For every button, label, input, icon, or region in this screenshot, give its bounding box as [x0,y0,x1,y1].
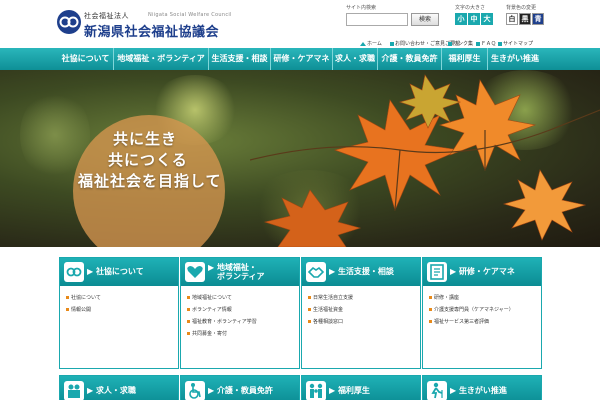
bg-blue-button[interactable]: 青 [532,13,544,25]
nav-item-care-teacher-license[interactable]: 介護・教員免許 [377,48,441,70]
handshake-icon [306,262,326,282]
card-header[interactable]: ▶ 研修・ケアマネ [423,258,541,286]
util-link-home[interactable]: ホーム [360,40,382,48]
category-card-about: ▶ 社協について 社協について 情報公開 [59,257,179,369]
bg-white-button[interactable]: 白 [506,13,518,25]
square-bullet-icon [476,41,480,46]
council-logo-icon[interactable] [57,10,81,34]
nav-item-community-welfare[interactable]: 地域福祉・ボランティア [113,48,208,70]
hero-slogan-line-2: 共につくる [108,151,188,169]
card-title: ▶ 生きがい推進 [450,386,507,395]
family-icon [306,381,326,400]
square-bullet-icon [498,41,502,46]
bg-black-button[interactable]: 黒 [519,13,531,25]
heart-icon [185,262,205,282]
font-size-label: 文字の大きさ [455,5,486,11]
bg-color-label: 背景色の変更 [506,5,537,11]
org-name[interactable]: 新潟県社会福祉協議会 [84,21,219,40]
card-title: ▶ 生活支援・相談 [329,267,394,276]
card-header[interactable]: ▶ 生活支援・相談 [302,258,420,286]
category-card-life-support: ▶ 生活支援・相談 日常生活自立支援 生活福祉資金 各種相談窓口 [301,257,421,369]
card-header[interactable]: ▶ 社協について [60,258,178,286]
category-card-welfare-benefits[interactable]: ▶ 福利厚生 [301,375,421,400]
search-button[interactable]: 検索 [411,13,439,26]
council-logo-icon [64,262,84,282]
nav-item-jobs[interactable]: 求人・求職 [332,48,377,70]
card-link[interactable]: 生活福祉資金 [308,306,343,313]
search-input[interactable] [346,13,408,26]
card-link[interactable]: 介護支援専門員（ケアマネジャー） [429,306,514,313]
card-link[interactable]: 研修・講座 [429,294,459,301]
hero-slogan-line-1: 共に生き [113,130,178,148]
card-link[interactable]: 福祉サービス第三者評価 [429,318,489,325]
home-icon [360,41,366,46]
nav-item-welfare-benefits[interactable]: 福利厚生 [441,48,487,70]
util-link-faq[interactable]: ＦＡＱ [476,40,496,48]
card-title: ▶ 福利厚生 [329,386,370,395]
nav-item-training[interactable]: 研修・ケアマネ [270,48,332,70]
card-body: 研修・講座 介護支援専門員（ケアマネジャー） 福祉サービス第三者評価 [423,286,541,368]
elder-icon [427,381,447,400]
card-title: ▶ 社協について [87,267,144,276]
nav-item-ikigai[interactable]: 生きがい推進 [487,48,542,70]
category-card-jobs[interactable]: ▶ 求人・求職 [59,375,179,400]
card-link[interactable]: ボランティア情報 [187,306,232,313]
card-title: ▶ 介護・教員免許 [208,386,273,395]
font-size-medium-button[interactable]: 中 [468,13,480,25]
card-link[interactable]: 日常生活自立支援 [308,294,353,301]
square-bullet-icon [448,41,452,46]
notebook-icon [427,262,447,282]
font-size-small-button[interactable]: 小 [455,13,467,25]
site-header: 社会福祉法人 Niigata Social Welfare Council 新潟… [0,0,600,44]
nav-item-life-support[interactable]: 生活支援・相談 [208,48,270,70]
org-english-name: Niigata Social Welfare Council [148,12,232,18]
util-link-links[interactable]: リンク集 [448,40,473,48]
global-nav: 社協について 地域福祉・ボランティア 生活支援・相談 研修・ケアマネ 求人・求職… [0,48,600,70]
search-label: サイト内検索 [346,5,377,11]
people-icon [64,381,84,400]
card-header[interactable]: ▶ 地域福祉・ ボランティア [181,258,299,286]
card-title: ▶ 地域福祉・ ボランティア [208,263,265,281]
font-size-large-button[interactable]: 大 [481,13,493,25]
card-title: ▶ 研修・ケアマネ [450,267,515,276]
category-card-training: ▶ 研修・ケアマネ 研修・講座 介護支援専門員（ケアマネジャー） 福祉サービス第… [422,257,542,369]
card-link[interactable]: 情報公開 [66,306,91,313]
category-card-ikigai[interactable]: ▶ 生きがい推進 [422,375,542,400]
util-link-sitemap[interactable]: サイトマップ [498,40,533,48]
nav-item-about[interactable]: 社協について [58,48,113,70]
card-body: 社協について 情報公開 [60,286,178,368]
card-link[interactable]: 福祉教育・ボランティア学習 [187,318,257,325]
card-title: ▶ 求人・求職 [87,386,136,395]
category-card-community-welfare: ▶ 地域福祉・ ボランティア 地域福祉について ボランティア情報 福祉教育・ボラ… [180,257,300,369]
card-link[interactable]: 各種相談窓口 [308,318,343,325]
card-link[interactable]: 社協について [66,294,101,301]
square-bullet-icon [390,41,394,46]
card-link[interactable]: 地域福祉について [187,294,232,301]
card-body: 地域福祉について ボランティア情報 福祉教育・ボランティア学習 共同募金・寄付 [181,286,299,368]
card-link[interactable]: 共同募金・寄付 [187,330,227,337]
hero-slogan-line-3: 福祉社会を目指して [78,172,222,190]
category-card-care-teacher-license[interactable]: ▶ 介護・教員免許 [180,375,300,400]
wheelchair-icon [185,381,205,400]
hero-banner: 共に生き 共につくる 福祉社会を目指して [0,70,600,247]
org-type: 社会福祉法人 [84,12,129,20]
card-body: 日常生活自立支援 生活福祉資金 各種相談窓口 [302,286,420,368]
